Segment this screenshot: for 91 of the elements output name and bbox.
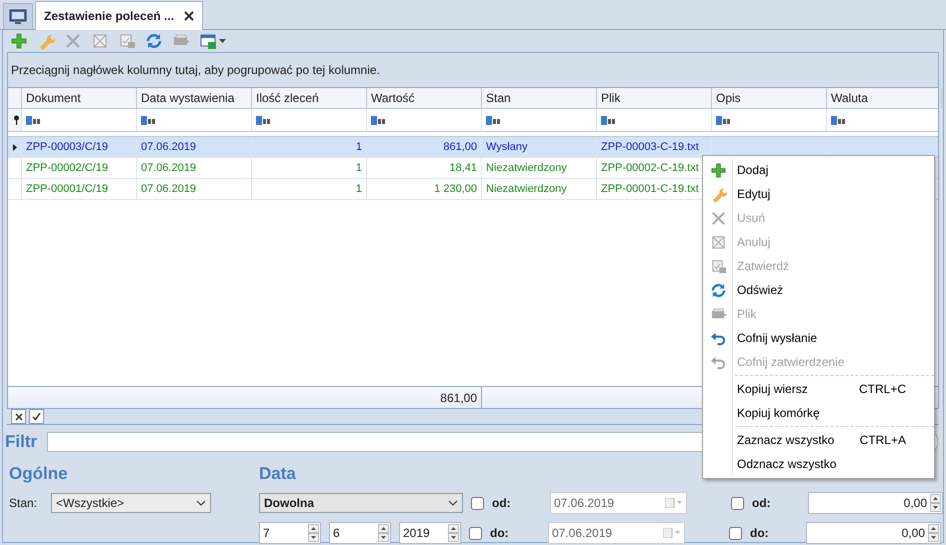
- monitor-icon: [9, 8, 27, 24]
- section-title: Data: [259, 464, 296, 484]
- column-header[interactable]: Plik: [597, 88, 712, 108]
- column-header[interactable]: Stan: [482, 88, 597, 108]
- plus-icon: [710, 162, 726, 178]
- clear-filter-button[interactable]: [11, 409, 26, 424]
- column-header[interactable]: Ilość zleceń: [252, 88, 367, 108]
- column-header[interactable]: Wartość: [367, 88, 482, 108]
- refresh-icon: [710, 282, 726, 298]
- close-icon[interactable]: [184, 11, 194, 21]
- table-export-icon: [199, 32, 217, 50]
- text-filter-icon: [831, 116, 846, 124]
- checkbox[interactable]: [729, 526, 742, 540]
- pin-icon: [13, 115, 20, 125]
- group-panel-hint: Przeciągnij nagłówek kolumny tutaj, aby pogrupować po tej kolumnie.: [11, 63, 380, 77]
- close-icon: [64, 32, 82, 50]
- document-tab[interactable]: Zestawienie poleceń ...: [35, 1, 204, 30]
- field-label: do:: [490, 526, 510, 540]
- menu-item[interactable]: Odśwież: [703, 278, 934, 302]
- plus-icon: [10, 32, 28, 50]
- table-cell: Wysłany: [486, 141, 528, 153]
- current-row-icon: [12, 144, 16, 150]
- column-header[interactable]: Dokument: [22, 88, 137, 108]
- table-cell: 07.06.2019: [141, 141, 196, 153]
- table-cell: ZPP-00003-C-19.txt: [601, 141, 699, 153]
- table-cell: 1: [356, 162, 362, 174]
- check-icon: [32, 412, 41, 421]
- spin-buttons-icon[interactable]: [930, 494, 941, 512]
- table-cell: Niezatwierdzony: [486, 162, 567, 174]
- amount-field[interactable]: 0,00: [806, 522, 941, 544]
- check-disk-icon: [118, 32, 136, 50]
- enable-filter-checkbox[interactable]: [29, 409, 44, 424]
- menu-item[interactable]: Dodaj: [703, 158, 934, 182]
- table-cell: ZPP-00001/C/19: [26, 183, 108, 195]
- crossed-box-icon: [91, 32, 109, 50]
- column-header[interactable]: Data wystawienia: [137, 88, 252, 108]
- table-cell: ZPP-00003/C/19: [26, 141, 108, 153]
- chevron-icon: [448, 500, 458, 506]
- menu-item[interactable]: Kopiuj wiersz CTRL+C: [703, 377, 934, 401]
- close-icon: [14, 412, 22, 420]
- text-filter-icon: [601, 116, 616, 124]
- close-icon: [710, 210, 726, 226]
- table-cell: ZPP-00002-C-19.txt: [601, 162, 699, 174]
- column-header[interactable]: Waluta: [827, 88, 942, 108]
- total-value: 861,00: [440, 390, 477, 404]
- menu-item[interactable]: Odznacz wszystko: [703, 452, 934, 476]
- table-cell: 1 230,00: [434, 183, 477, 195]
- state-dropdown[interactable]: <Wszystkie>: [51, 493, 212, 513]
- table-cell: 1: [356, 183, 362, 195]
- day-spinner[interactable]: 7: [259, 522, 321, 544]
- crossed-box-icon: [710, 234, 726, 250]
- calendar-icon: [663, 528, 681, 538]
- checkbox[interactable]: [731, 496, 744, 510]
- spin-buttons-icon[interactable]: [928, 524, 939, 542]
- text-filter-icon: [371, 116, 386, 124]
- computer-tab[interactable]: [3, 3, 33, 29]
- column-header[interactable]: Opis: [712, 88, 827, 108]
- field-label: do:: [750, 526, 770, 540]
- table-cell: 07.06.2019: [141, 183, 196, 195]
- year-spinner[interactable]: 2019: [399, 522, 461, 544]
- text-filter-icon: [26, 116, 41, 124]
- table-cell: 18,41: [449, 162, 477, 174]
- refresh-icon: [145, 32, 163, 50]
- field-label: od:: [492, 496, 512, 510]
- month-spinner[interactable]: 6: [329, 522, 391, 544]
- date-range-dropdown[interactable]: Dowolna: [259, 493, 463, 513]
- chevron-icon: [196, 500, 206, 506]
- spin-buttons-icon[interactable]: [308, 524, 319, 542]
- text-filter-icon: [256, 116, 271, 124]
- spin-buttons-icon[interactable]: [448, 524, 459, 542]
- spin-buttons-icon[interactable]: [378, 524, 389, 542]
- table-cell: ZPP-00001-C-19.txt: [601, 183, 699, 195]
- table-cell: 07.06.2019: [141, 162, 196, 174]
- text-filter-icon: [486, 116, 501, 124]
- menu-item[interactable]: Cofnij wysłanie: [703, 326, 934, 350]
- caret-icon: [219, 39, 226, 43]
- text-filter-icon: [141, 116, 156, 124]
- filter-label: Filtr: [5, 432, 38, 452]
- check-disk-icon: [710, 258, 726, 274]
- table-cell: 861,00: [443, 141, 477, 153]
- table-cell: 1: [356, 141, 362, 153]
- table-cell: ZPP-00002/C/19: [26, 162, 108, 174]
- menu-item[interactable]: Kopiuj komórkę: [703, 401, 934, 425]
- field-label: Stan:: [9, 496, 38, 510]
- table-cell: Niezatwierdzony: [486, 183, 567, 195]
- menu-item[interactable]: Zaznacz wszystko CTRL+A: [703, 428, 934, 452]
- calendar-icon: [665, 498, 683, 508]
- amount-field[interactable]: 0,00: [808, 492, 943, 514]
- section-title: Ogólne: [9, 464, 68, 484]
- text-filter-icon: [716, 116, 731, 124]
- field-label: od:: [752, 496, 772, 510]
